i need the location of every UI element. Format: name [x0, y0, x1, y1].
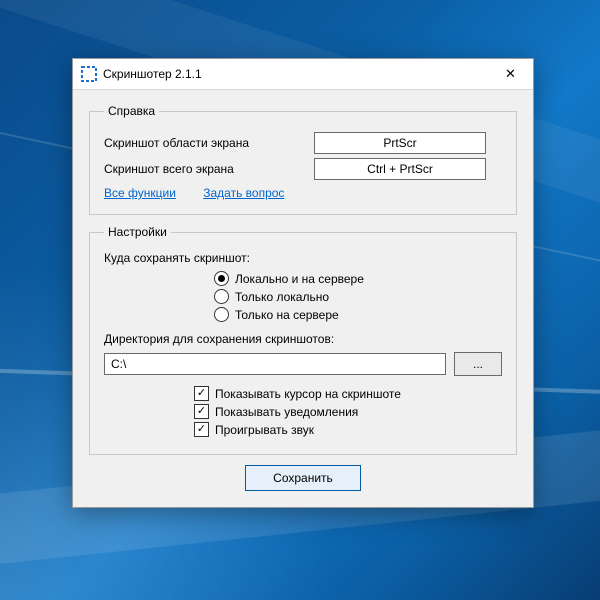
radio-icon — [214, 289, 229, 304]
check-play-sound[interactable]: Проигрывать звук — [194, 422, 502, 437]
client-area: Справка Скриншот области экрана PrtScr С… — [73, 90, 533, 507]
dir-row: ... — [104, 352, 502, 376]
save-where-label: Куда сохранять скриншот: — [104, 251, 502, 265]
close-icon: ✕ — [505, 66, 516, 82]
checkbox-label: Проигрывать звук — [215, 423, 314, 437]
footer: Сохранить — [89, 465, 517, 491]
hotkey-label-region: Скриншот области экрана — [104, 136, 314, 150]
radio-label: Локально и на сервере — [235, 272, 364, 286]
hotkey-input-full[interactable]: Ctrl + PrtScr — [314, 158, 486, 180]
radio-icon — [214, 307, 229, 322]
window-title: Скриншотер 2.1.1 — [103, 67, 202, 81]
radio-server-only[interactable]: Только на сервере — [214, 307, 502, 322]
dir-input[interactable] — [104, 353, 446, 375]
link-ask-question[interactable]: Задать вопрос — [203, 186, 284, 200]
help-links: Все функции Задать вопрос — [104, 186, 502, 200]
link-all-functions[interactable]: Все функции — [104, 186, 176, 200]
radio-local-only[interactable]: Только локально — [214, 289, 502, 304]
browse-button[interactable]: ... — [454, 352, 502, 376]
hotkey-row-full: Скриншот всего экрана Ctrl + PrtScr — [104, 158, 502, 180]
dir-label: Директория для сохранения скриншотов: — [104, 332, 502, 346]
save-where-radios: Локально и на сервере Только локально То… — [214, 271, 502, 322]
app-window: Скриншотер 2.1.1 ✕ Справка Скриншот обла… — [72, 58, 534, 508]
checkbox-icon — [194, 422, 209, 437]
help-legend: Справка — [104, 104, 159, 118]
check-show-notifications[interactable]: Показывать уведомления — [194, 404, 502, 419]
checkbox-label: Показывать курсор на скриншоте — [215, 387, 401, 401]
app-icon — [81, 66, 97, 82]
hotkey-input-region[interactable]: PrtScr — [314, 132, 486, 154]
checkbox-icon — [194, 386, 209, 401]
close-button[interactable]: ✕ — [488, 59, 533, 89]
desktop-background: Скриншотер 2.1.1 ✕ Справка Скриншот обла… — [0, 0, 600, 600]
checkbox-label: Показывать уведомления — [215, 405, 358, 419]
radio-icon — [214, 271, 229, 286]
hotkey-label-full: Скриншот всего экрана — [104, 162, 314, 176]
settings-group: Настройки Куда сохранять скриншот: Локал… — [89, 225, 517, 455]
titlebar[interactable]: Скриншотер 2.1.1 ✕ — [73, 59, 533, 90]
radio-local-and-server[interactable]: Локально и на сервере — [214, 271, 502, 286]
save-button[interactable]: Сохранить — [245, 465, 361, 491]
checkbox-group: Показывать курсор на скриншоте Показыват… — [194, 386, 502, 437]
check-show-cursor[interactable]: Показывать курсор на скриншоте — [194, 386, 502, 401]
settings-legend: Настройки — [104, 225, 171, 239]
help-group: Справка Скриншот области экрана PrtScr С… — [89, 104, 517, 215]
radio-label: Только локально — [235, 290, 329, 304]
hotkey-row-region: Скриншот области экрана PrtScr — [104, 132, 502, 154]
checkbox-icon — [194, 404, 209, 419]
radio-label: Только на сервере — [235, 308, 339, 322]
